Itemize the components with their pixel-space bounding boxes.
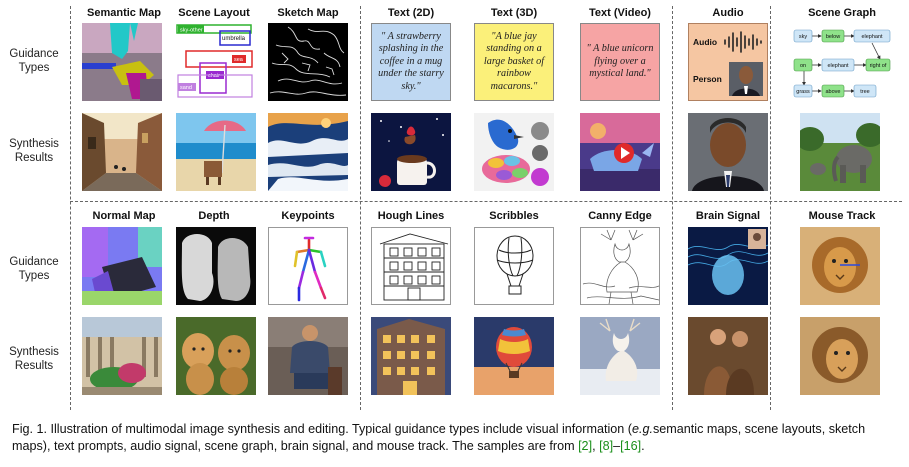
row-label-synthesis-results-top: Synthesis Results <box>0 137 68 165</box>
hough-lines-image <box>371 227 451 305</box>
separator-text-audio <box>672 6 673 410</box>
row-label-guidance-types-top: Guidance Types <box>0 47 68 75</box>
sg-node-elephant-2: elephant <box>827 63 849 69</box>
figure-caption: Fig. 1. Illustration of multimodal image… <box>12 421 902 455</box>
header-normal-map: Normal Map <box>92 210 156 222</box>
sg-node-sky: sky <box>799 34 808 40</box>
mouse-track-image <box>800 227 880 305</box>
row-label-line: Synthesis <box>9 138 59 150</box>
header-sketch-map: Sketch Map <box>277 7 339 19</box>
depth-image <box>176 227 256 305</box>
layout-label-sky: sky-other <box>180 28 203 34</box>
header-text-2d: Text (2D) <box>387 7 435 19</box>
canny-edge-result-image <box>580 317 660 395</box>
sg-node-elephant-1: elephant <box>861 34 883 40</box>
text-video-result-image <box>580 113 660 191</box>
audio-result-image <box>688 113 768 191</box>
row-label-line: Guidance <box>9 48 59 60</box>
row-label-line: Results <box>14 360 54 372</box>
semantic-map-result-image <box>82 113 162 191</box>
row-label-synthesis-results-bottom: Synthesis Results <box>0 345 68 373</box>
row-label-line: Guidance <box>9 256 59 268</box>
header-scribbles: Scribbles <box>489 210 539 222</box>
normal-map-image <box>82 227 162 305</box>
header-audio: Audio <box>712 7 744 19</box>
sg-node-grass: grass <box>796 89 810 95</box>
layout-label-sea: sea <box>234 57 244 63</box>
waveform-icon <box>724 31 762 53</box>
text-2d-result-image <box>371 113 451 191</box>
citation-link[interactable]: [2] <box>578 439 592 453</box>
row-label-guidance-types-bottom: Guidance Types <box>0 255 68 283</box>
brain-signal-image <box>688 227 768 305</box>
header-mouse-track: Mouse Track <box>808 210 876 222</box>
depth-result-image <box>176 317 256 395</box>
row-label-line: Synthesis <box>9 346 59 358</box>
header-scene-layout: Scene Layout <box>178 7 250 19</box>
text-video-prompt: " A blue unicorn flying over a mystical … <box>580 23 660 101</box>
header-text-video: Text (Video) <box>589 7 651 19</box>
sketch-map-result-image <box>268 113 348 191</box>
citation-link[interactable]: [16] <box>620 439 641 453</box>
sg-node-above: above <box>826 89 841 95</box>
layout-label-sand: sand <box>180 85 192 91</box>
scene-graph-result-image <box>800 113 880 191</box>
caption-prefix: Fig. 1. Illustration of multimodal image… <box>12 422 632 436</box>
person-portrait-image <box>729 62 763 96</box>
person-label: Person <box>693 74 722 84</box>
row-label-line: Results <box>14 152 54 164</box>
header-text-3d: Text (3D) <box>490 7 538 19</box>
normal-map-result-image <box>82 317 162 395</box>
layout-label-umbrella: umbrella <box>222 36 246 42</box>
caption-eg: e.g. <box>631 422 653 436</box>
semantic-map-image <box>82 23 162 101</box>
separator-visual-text <box>360 6 361 410</box>
header-scene-graph: Scene Graph <box>808 7 876 19</box>
header-semantic-map: Semantic Map <box>87 7 161 19</box>
header-brain-signal: Brain Signal <box>695 210 761 222</box>
sg-node-on: on <box>800 63 806 69</box>
sg-node-right-of: right of <box>870 63 887 69</box>
separator-audio-graph <box>770 6 771 410</box>
row-label-line: Types <box>18 62 50 74</box>
scene-graph-diagram: sky below elephant on elephant right of … <box>790 23 894 103</box>
separator-horizontal <box>70 201 902 202</box>
scribbles-result-image <box>474 317 554 395</box>
keypoints-image <box>268 227 348 305</box>
text-2d-prompt: " A strawberry splashing in the coffee i… <box>371 23 451 101</box>
brain-signal-result-image <box>688 317 768 395</box>
separator-left <box>70 6 71 410</box>
canny-edge-image <box>580 227 660 305</box>
header-hough-lines: Hough Lines <box>377 210 445 222</box>
header-depth: Depth <box>198 210 230 222</box>
keypoints-result-image <box>268 317 348 395</box>
mouse-track-result-image <box>800 317 880 395</box>
caption-suffix: . <box>641 439 645 453</box>
citation-link[interactable]: [8] <box>599 439 613 453</box>
text-3d-prompt: "A blue jay standing on a large basket o… <box>474 23 554 101</box>
scene-layout-result-image <box>176 113 256 191</box>
audio-label: Audio <box>693 37 718 47</box>
row-label-line: Types <box>18 270 50 282</box>
layout-label-chair: chair <box>208 73 220 79</box>
scene-layout-image: sky-other umbrella sea chair sand <box>176 23 256 101</box>
header-canny-edge: Canny Edge <box>588 210 652 222</box>
sg-node-tree: tree <box>860 89 869 95</box>
audio-guidance-panel: Audio Person <box>688 23 768 101</box>
hough-lines-result-image <box>371 317 451 395</box>
text-3d-result-image <box>474 113 554 191</box>
scribbles-image <box>474 227 554 305</box>
sketch-map-image <box>268 23 348 101</box>
header-keypoints: Keypoints <box>281 210 335 222</box>
sg-node-below: below <box>826 34 840 40</box>
